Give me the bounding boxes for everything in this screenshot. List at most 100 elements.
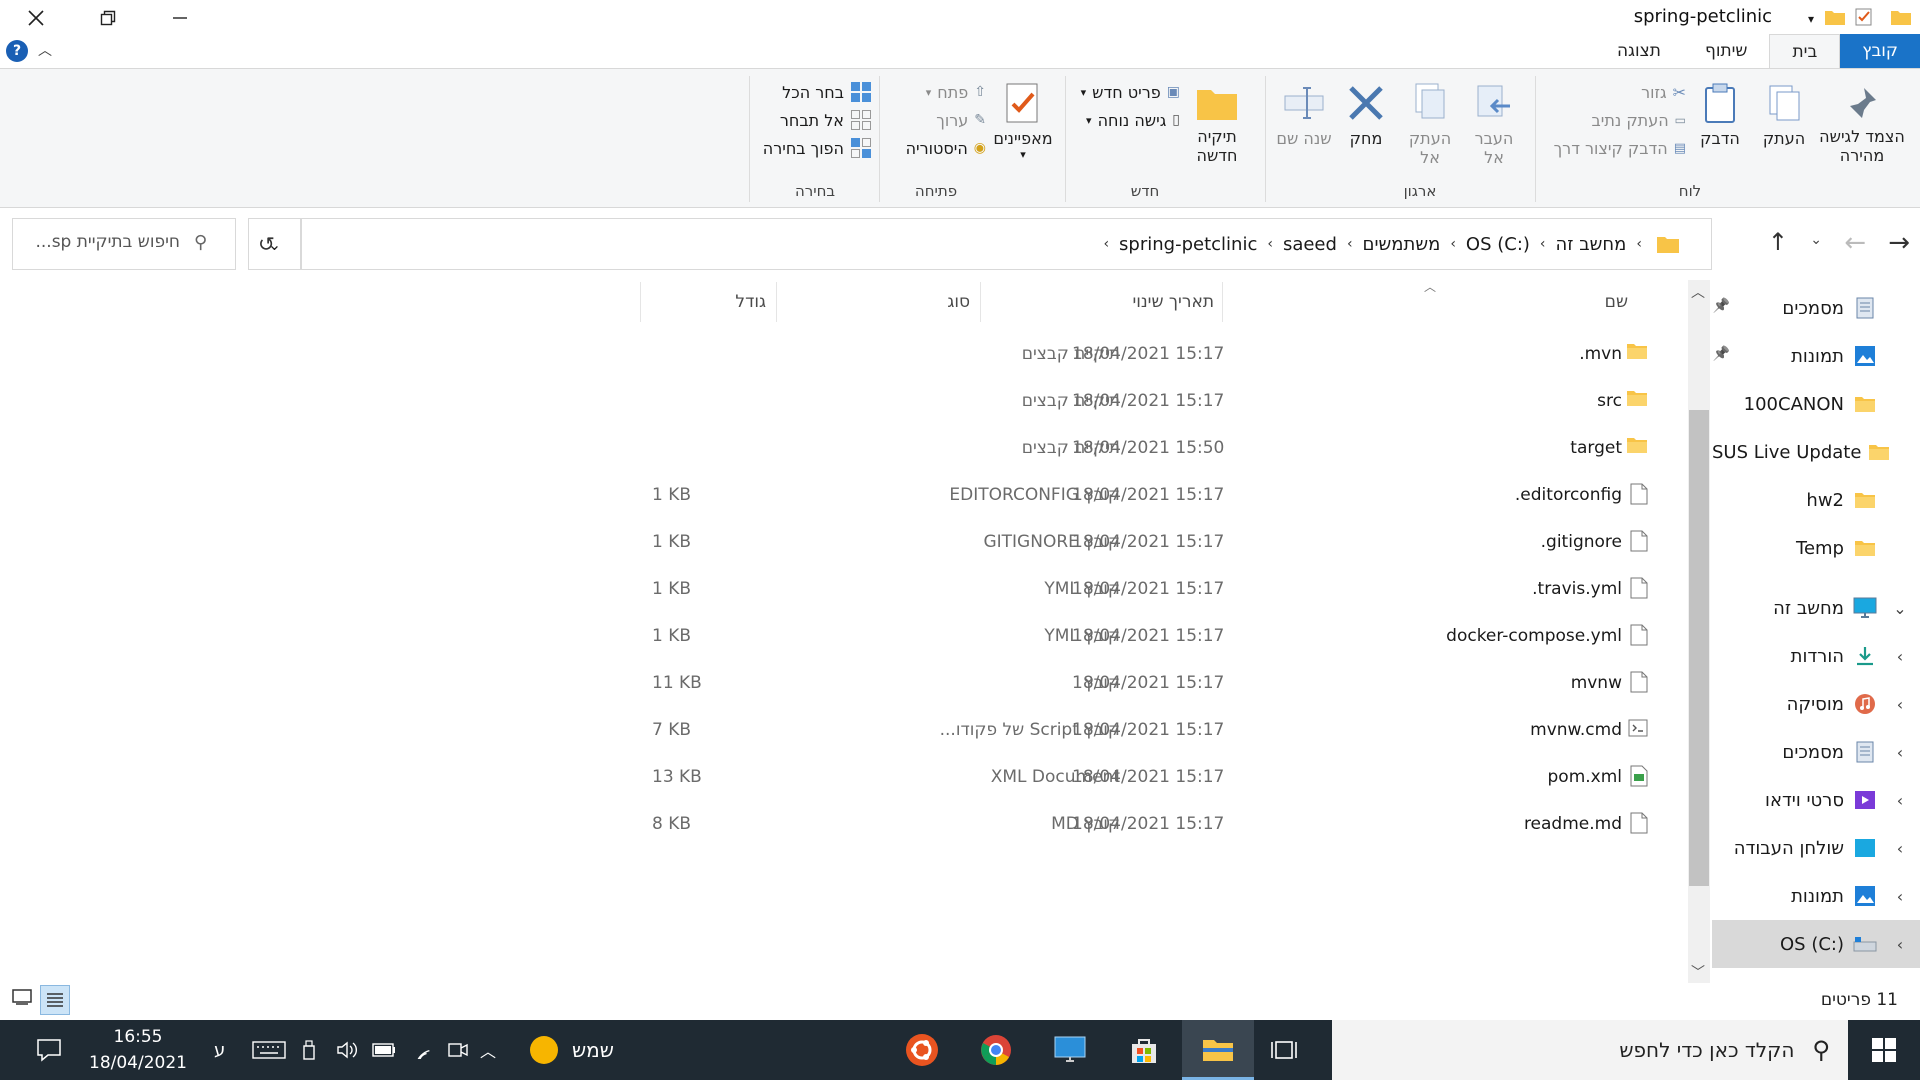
history-button[interactable]: ◉ היסטוריה [876,134,986,162]
scrollbar-thumb[interactable] [1689,410,1709,886]
file-row[interactable]: readme.md 18/04/2021 15:17 קובץ MD 8 KB [640,800,1660,847]
nav-quick-item[interactable]: hw2 [1712,476,1920,524]
nav-quick-item[interactable]: תמונות [1712,332,1920,380]
nav-quick-item[interactable]: מסמכים [1712,284,1920,332]
close-button[interactable] [0,0,72,36]
move-to-button[interactable]: העבר אל [1464,82,1524,167]
pin-icon[interactable]: 📌 [1713,346,1730,362]
column-divider[interactable] [1222,282,1223,322]
taskbar-chrome[interactable] [960,1020,1032,1080]
back-button[interactable]: → [1888,228,1910,258]
nav-pc-item[interactable]: ‹ הורדות [1712,632,1920,680]
breadcrumb-separator[interactable]: ‹ [1267,236,1273,252]
minimize-button[interactable] [144,0,216,36]
details-view-toggle[interactable] [12,988,36,1012]
breadcrumb-users[interactable]: משתמשים [1363,234,1441,255]
column-size[interactable]: גודל [735,284,766,320]
file-row[interactable]: .gitignore 18/04/2021 15:17 קובץ GITIGNORE… [640,518,1660,565]
refresh-button[interactable]: ↺ [258,232,275,256]
column-date[interactable]: תאריך שינוי [1132,284,1214,320]
taskbar-search[interactable]: ⚲ הקלד כאן כדי לחפש [1332,1020,1848,1080]
search-input[interactable]: חיפוש בתיקיית sp... [20,232,180,252]
file-row[interactable]: .travis.yml 18/04/2021 15:17 קובץ YML 1 KB [640,565,1660,612]
copy-button[interactable]: העתק [1754,82,1814,148]
forward-button[interactable]: ← [1844,228,1866,258]
column-name[interactable]: שם [1605,284,1628,320]
taskbar-file-explorer[interactable] [1182,1020,1254,1080]
properties-button[interactable]: מאפיינים ▾ [988,82,1058,161]
volume-icon[interactable] [336,1020,360,1080]
scroll-up-arrow[interactable]: ︿ [1691,282,1705,302]
file-row[interactable]: mvnw.cmd 18/04/2021 15:17 קובץ Script של פ… [640,706,1660,753]
select-none-button[interactable]: אל תבחר [762,106,872,134]
properties-icon[interactable] [1854,7,1874,27]
file-row[interactable]: src 18/04/2021 15:17 תיקיית קבצים [640,377,1660,424]
taskbar-remote-desktop[interactable] [1034,1020,1106,1080]
file-row[interactable]: target 18/04/2021 15:50 תיקיית קבצים [640,424,1660,471]
nav-pc-item[interactable]: ‹ מסמכים [1712,728,1920,776]
breadcrumb-separator[interactable]: ‹ [1450,236,1456,252]
taskbar-search-input[interactable]: הקלד כאן כדי לחפש [1619,1038,1794,1062]
column-divider[interactable] [776,282,777,322]
column-divider[interactable] [640,282,641,322]
nav-pc-item[interactable]: ‹ תמונות [1712,872,1920,920]
nav-quick-item[interactable]: Temp [1712,524,1920,572]
delete-button[interactable]: מחק [1338,82,1394,148]
tab-view[interactable]: תצוגה [1595,34,1683,68]
keyboard-icon[interactable] [252,1020,286,1080]
easy-access-button[interactable]: ▯ גישה נוחה ▾ [1060,106,1180,134]
folder-icon[interactable] [1824,8,1846,26]
folder-icon[interactable] [1890,8,1912,26]
paste-shortcut-button[interactable]: ▤ הדבק קיצור דרך [1526,134,1686,162]
paste-button[interactable]: הדבק [1690,82,1750,148]
up-button[interactable]: ↑ [1768,228,1788,256]
open-button[interactable]: ⇧ פתח ▾ [876,78,986,106]
rename-button[interactable]: שנה שם [1276,82,1332,148]
language-indicator[interactable]: ע [214,1020,225,1080]
restore-button[interactable] [72,0,144,36]
breadcrumb-separator[interactable]: ‹ [1636,236,1642,252]
pin-icon[interactable]: 📌 [1713,298,1730,314]
file-row[interactable]: docker-compose.yml 18/04/2021 15:17 קובץ Y… [640,612,1660,659]
breadcrumb-separator[interactable]: ‹ [1103,236,1109,252]
weather-widget[interactable]: שמש [530,1020,614,1080]
taskbar-ubuntu[interactable] [886,1020,958,1080]
meet-icon[interactable] [448,1020,468,1080]
tab-share[interactable]: שיתוף [1683,34,1770,68]
chevron-up-icon[interactable]: ︿ [38,40,52,60]
breadcrumb-this-pc[interactable]: מחשב זה [1556,234,1627,255]
copy-to-button[interactable]: העתק אל [1400,82,1460,167]
qat-dropdown[interactable]: ▾ [1808,8,1814,28]
tab-home[interactable]: בית [1769,34,1841,69]
nav-this-pc[interactable]: ⌄ מחשב זה [1712,584,1920,632]
battery-icon[interactable] [372,1020,396,1080]
edit-button[interactable]: ✎ ערוך [876,106,986,134]
show-hidden-icons[interactable]: ︿ [480,1020,496,1080]
tab-file[interactable]: קובץ [1840,34,1920,68]
notifications-button[interactable] [36,1020,62,1080]
nav-quick-item[interactable]: 100CANON [1712,380,1920,428]
list-view-toggle[interactable] [40,985,70,1015]
taskbar-store[interactable] [1108,1020,1180,1080]
nav-quick-item[interactable]: SUS Live Update [1712,428,1920,476]
column-divider[interactable] [980,282,981,322]
breadcrumb-user[interactable]: saeed [1283,234,1337,255]
wifi-icon[interactable] [412,1020,434,1080]
new-item-button[interactable]: ▣ פריט חדש ▾ [1060,78,1180,106]
nav-pc-item[interactable]: ‹ OS (C:) [1712,920,1920,968]
invert-selection-button[interactable]: הפוך בחירה [762,134,872,162]
task-view-button[interactable] [1248,1020,1320,1080]
breadcrumb-separator[interactable]: ‹ [1347,236,1353,252]
breadcrumb-current[interactable]: spring-petclinic [1119,234,1257,255]
file-row[interactable]: .editorconfig 18/04/2021 15:17 קובץ EDITOR… [640,471,1660,518]
new-folder-button[interactable]: תיקיה חדשה [1182,82,1252,165]
column-type[interactable]: סוג [947,284,970,320]
nav-pc-item[interactable]: ‹ סרטי וידאו [1712,776,1920,824]
file-row[interactable]: pom.xml 18/04/2021 15:17 XML Document 13 KB [640,753,1660,800]
cut-button[interactable]: ✂ גזור [1526,78,1686,106]
breadcrumb-drive[interactable]: OS (C:) [1466,234,1530,255]
help-icon[interactable]: ? [6,40,28,62]
nav-pc-item[interactable]: ‹ שולחן העבודה [1712,824,1920,872]
file-row[interactable]: mvnw 18/04/2021 15:17 קובץ 11 KB [640,659,1660,706]
usb-icon[interactable] [302,1020,316,1080]
